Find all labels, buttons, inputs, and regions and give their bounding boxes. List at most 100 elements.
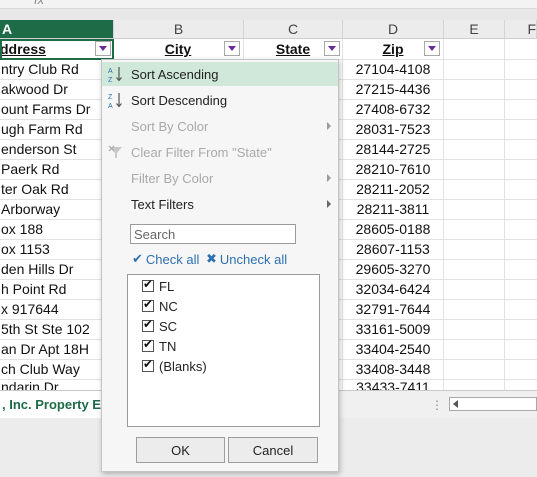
svg-text:A: A	[108, 68, 113, 75]
cell-address[interactable]: x 917644	[1, 299, 111, 319]
cell-address[interactable]: ox 188	[1, 219, 111, 239]
cell-address[interactable]: akwood Dr	[1, 79, 111, 99]
checkbox-checked[interactable]	[142, 317, 154, 332]
cell-zip[interactable]: 28031-7523	[343, 119, 443, 139]
filter-value-item[interactable]: SC	[142, 317, 177, 335]
sort-ascending-label: Sort Ascending	[131, 66, 219, 82]
cell-zip[interactable]: 29605-3270	[343, 259, 443, 279]
cell-address[interactable]: ndarin Dr	[1, 379, 111, 390]
filter-dropdown-state[interactable]	[324, 41, 340, 56]
cell-address[interactable]: Paerk Rd	[1, 159, 111, 179]
filter-search-input[interactable]: Search	[130, 224, 296, 244]
cell-zip[interactable]: 28211-3811	[343, 199, 443, 219]
x-mark-icon: ✖	[206, 251, 217, 266]
column-header-a[interactable]: A	[0, 20, 114, 39]
check-all-link[interactable]: ✔ Check all	[132, 250, 199, 268]
clear-filter-label: Clear Filter From "State"	[131, 144, 272, 160]
filter-value-item[interactable]: FL	[142, 277, 174, 295]
cell-address[interactable]: ox 1153	[1, 239, 111, 259]
filter-value-label: NC	[159, 298, 178, 314]
cell-address[interactable]: den Hills Dr	[1, 259, 111, 279]
svg-text:A: A	[108, 103, 113, 109]
column-header-d[interactable]: D	[343, 20, 444, 39]
filter-value-label: FL	[159, 278, 175, 294]
cell-address[interactable]: ntry Club Rd	[1, 59, 111, 79]
cell-address[interactable]: ter Oak Rd	[1, 179, 111, 199]
cell-zip[interactable]: 28605-0188	[343, 219, 443, 239]
cell-zip[interactable]: 28144-2725	[343, 139, 443, 159]
sort-descending-label: Sort Descending	[131, 92, 228, 108]
column-header-f[interactable]: F	[505, 20, 537, 39]
uncheck-all-label: Uncheck all	[219, 251, 288, 267]
filter-dropdown-zip[interactable]	[424, 41, 440, 56]
checkbox-checked[interactable]	[142, 357, 154, 372]
horizontal-scrollbar[interactable]	[449, 397, 537, 411]
filter-menu: A Z Sort Ascending Z A Sort Descending S…	[101, 59, 339, 472]
cell-zip[interactable]: 33408-3448	[343, 359, 443, 379]
cell-zip[interactable]: 28607-1153	[343, 239, 443, 259]
check-all-label: Check all	[145, 251, 200, 267]
chevron-right-icon	[327, 122, 331, 130]
filter-value-label: (Blanks)	[159, 358, 207, 374]
filter-dropdown-city[interactable]	[224, 41, 240, 56]
column-header-c[interactable]: C	[244, 20, 343, 39]
chevron-down-icon	[328, 46, 336, 51]
filter-value-label: SC	[159, 318, 178, 334]
cell-address[interactable]: ugh Farm Rd	[1, 119, 111, 139]
scroll-left-icon[interactable]	[453, 400, 458, 408]
cell-zip[interactable]: 28211-2052	[343, 179, 443, 199]
cell-zip[interactable]: 27215-4436	[343, 79, 443, 99]
clear-filter-icon	[108, 145, 122, 158]
sort-ascending-icon: A Z	[108, 67, 122, 83]
cell-address[interactable]: ount Farms Dr	[1, 99, 111, 119]
cell-address[interactable]: Arborway	[1, 199, 111, 219]
sheet-tab-property[interactable]: , Inc. Property E	[0, 391, 108, 418]
menu-item-sort-by-color: Sort By Color	[102, 114, 338, 138]
cell-zip[interactable]: 27104-4108	[343, 59, 443, 79]
cell-zip[interactable]: 33161-5009	[343, 319, 443, 339]
chevron-right-icon	[327, 200, 331, 208]
svg-text:Z: Z	[108, 77, 113, 83]
column-header-e[interactable]: E	[444, 20, 505, 39]
active-cell[interactable]	[0, 39, 114, 60]
cell-zip[interactable]: 32034-6424	[343, 279, 443, 299]
formula-bar: fx	[0, 0, 537, 9]
cell-address[interactable]: enderson St	[1, 139, 111, 159]
text-filters-label: Text Filters	[131, 196, 194, 212]
sort-descending-icon: Z A	[108, 93, 122, 109]
chevron-down-icon	[228, 46, 236, 51]
checkmark-icon: ✔	[132, 251, 143, 266]
chevron-down-icon	[428, 46, 436, 51]
fx-label: fx	[34, 0, 44, 7]
checkbox-checked[interactable]	[142, 277, 154, 292]
cell-zip[interactable]: 32791-7644	[343, 299, 443, 319]
filter-values-list[interactable]: FL NC SC TN (Blanks)	[127, 274, 320, 427]
cell-address[interactable]: an Dr Apt 18H	[1, 339, 111, 359]
column-header-b[interactable]: B	[114, 20, 244, 39]
cell-address[interactable]: 5th St Ste 102	[1, 319, 111, 339]
filter-by-color-label: Filter By Color	[131, 170, 214, 186]
svg-text:Z: Z	[108, 94, 113, 101]
menu-item-sort-ascending[interactable]: A Z Sort Ascending	[102, 62, 338, 86]
sort-by-color-label: Sort By Color	[131, 118, 209, 134]
chevron-right-icon	[327, 174, 331, 182]
ok-button[interactable]: OK	[136, 437, 225, 463]
cell-address[interactable]: h Point Rd	[1, 279, 111, 299]
split-handle-icon[interactable]: ⋮	[431, 398, 443, 412]
cell-address[interactable]: ch Club Way	[1, 359, 111, 379]
menu-item-filter-by-color: Filter By Color	[102, 166, 338, 190]
menu-item-text-filters[interactable]: Text Filters	[102, 192, 338, 216]
cell-zip[interactable]: 33433-7411	[343, 379, 443, 390]
cell-zip[interactable]: 28210-7610	[343, 159, 443, 179]
cell-zip[interactable]: 33404-2540	[343, 339, 443, 359]
header-cell-city[interactable]: City	[114, 39, 242, 59]
checkbox-checked[interactable]	[142, 337, 154, 352]
filter-value-item[interactable]: (Blanks)	[142, 357, 207, 375]
checkbox-checked[interactable]	[142, 297, 154, 312]
filter-value-item[interactable]: NC	[142, 297, 178, 315]
menu-item-sort-descending[interactable]: Z A Sort Descending	[102, 88, 338, 112]
cancel-button[interactable]: Cancel	[228, 437, 318, 463]
cell-zip[interactable]: 27408-6732	[343, 99, 443, 119]
filter-value-item[interactable]: TN	[142, 337, 176, 355]
uncheck-all-link[interactable]: ✖ Uncheck all	[206, 250, 287, 268]
